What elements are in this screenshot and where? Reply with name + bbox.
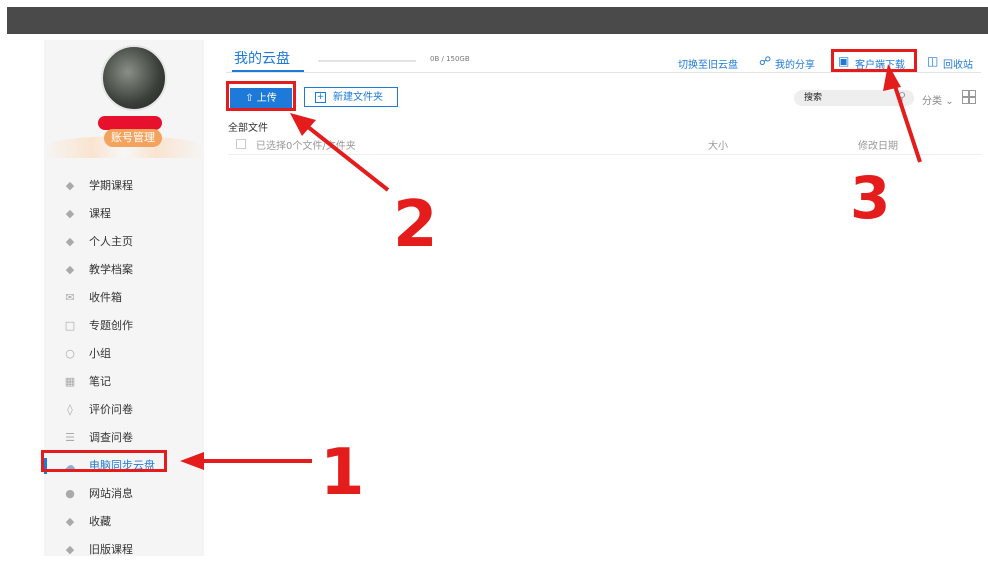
annotation-number-1: 1 xyxy=(320,436,365,510)
annotation-number-2: 2 xyxy=(393,188,438,262)
annotation-arrow-1 xyxy=(180,452,312,470)
annotation-number-3: 3 xyxy=(850,164,890,232)
annotation-overlay: 1 2 3 xyxy=(180,64,922,510)
annotation-arrow-2 xyxy=(290,113,390,192)
annotation-arrow-3 xyxy=(883,64,922,163)
